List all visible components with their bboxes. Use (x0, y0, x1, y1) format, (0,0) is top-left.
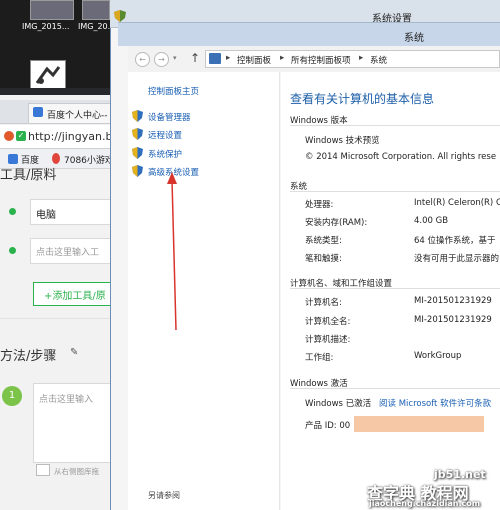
bullet-dot (9, 208, 16, 215)
edition-name: Windows 技术预览 (305, 136, 380, 146)
secure-check-icon: ✓ (16, 131, 26, 141)
annotation-arrow (167, 172, 177, 331)
breadcrumb-control-panel[interactable]: 控制面板 (237, 54, 271, 66)
see-also-heading: 另请参阅 (148, 491, 180, 500)
favorite-link-game[interactable]: 7086小游戏 (64, 153, 114, 166)
upload-hint: 从右侧图库拖 (54, 467, 99, 476)
pen-touch-value: 没有可用于此显示器的 (414, 254, 500, 264)
computer-name-value: MI-201501231929 (414, 296, 492, 306)
full-name-label: 计算机全名: (305, 317, 351, 327)
baidu-fav-icon (8, 154, 18, 164)
edit-pencil-icon[interactable]: ✎ (70, 347, 78, 358)
computer-name-label: 计算机名: (305, 298, 342, 308)
sidebar-item-system-protection[interactable]: 系统保护 (148, 148, 182, 160)
breadcrumb-separator-icon: ▸ (280, 53, 285, 63)
desktop-app-icon[interactable] (30, 60, 66, 90)
uac-shield-icon (132, 110, 143, 122)
back-arrow-icon[interactable]: ← (135, 52, 150, 67)
tool-input[interactable]: 点击这里输入工 (30, 238, 118, 264)
breadcrumb-all-items[interactable]: 所有控制面板项 (291, 54, 351, 66)
workgroup-label: 工作组: (305, 353, 334, 363)
recent-chevron-icon[interactable]: ▾ (173, 54, 177, 62)
step-text-input[interactable]: 点击这里输入 (33, 383, 118, 463)
tools-heading: 工具/原料 (0, 168, 57, 183)
desktop-image-icon[interactable] (30, 0, 74, 20)
desktop-icon-label[interactable]: IMG_2015... (22, 22, 69, 31)
browser-url[interactable]: http://jingyan.b (28, 130, 112, 143)
processor-value: Intel(R) Celeron(R) C (414, 198, 500, 208)
system-shield-icon (114, 10, 126, 22)
image-placeholder-icon[interactable] (36, 464, 50, 476)
uac-shield-icon (132, 128, 143, 140)
control-panel-icon (209, 53, 221, 64)
description-label: 计算机描述: (305, 335, 351, 345)
sidebar-home-link[interactable]: 控制面板主页 (148, 85, 199, 97)
browser-tab-title: 百度个人中心-- (47, 111, 108, 121)
step-number-badge: 1 (2, 386, 22, 406)
divider (290, 125, 500, 126)
up-arrow-icon[interactable]: ↑ (190, 51, 200, 65)
tool-input-filled[interactable]: 电脑 (30, 199, 118, 225)
bullet-dot (9, 247, 16, 254)
inner-title-bar (118, 22, 500, 46)
pen-touch-label: 笔和触摸: (305, 254, 342, 264)
page-title: 查看有关计算机的基本信息 (290, 92, 435, 106)
steps-heading: 方法/步骤 (0, 349, 57, 364)
breadcrumb-system[interactable]: 系统 (370, 54, 387, 66)
system-type-value: 64 位操作系统，基于 (414, 236, 496, 246)
watermark-url: jiaocheng.chazidian.com (369, 499, 481, 508)
workgroup-value: WorkGroup (414, 351, 462, 361)
browser-menu-icon[interactable] (4, 131, 14, 141)
ram-label: 安装内存(RAM): (305, 218, 368, 228)
divider (290, 288, 500, 289)
add-tool-button[interactable]: +添加工具/原 (33, 282, 118, 306)
breadcrumb-separator-icon: ▸ (226, 53, 231, 63)
divider (0, 318, 118, 319)
uac-shield-icon (132, 147, 143, 159)
product-id-label: 产品 ID: 00 (305, 421, 351, 431)
system-type-label: 系统类型: (305, 236, 342, 246)
desktop-image-icon[interactable] (82, 0, 110, 20)
copyright-text: © 2014 Microsoft Corporation. All rights… (305, 152, 497, 162)
divider (290, 388, 500, 389)
game-fav-icon (52, 153, 60, 164)
ram-value: 4.00 GB (414, 216, 449, 226)
license-terms-link[interactable]: 阅读 Microsoft 软件许可条款 (379, 397, 491, 409)
inner-window-title: 系统 (404, 33, 424, 44)
sidebar-item-remote-settings[interactable]: 远程设置 (148, 129, 182, 141)
product-id-redaction (354, 416, 484, 432)
sidebar-item-device-manager[interactable]: 设备管理器 (148, 111, 191, 123)
full-name-value: MI-201501231929 (414, 315, 492, 325)
divider (290, 191, 500, 192)
baidu-tab-icon (33, 107, 43, 117)
uac-shield-icon (132, 165, 143, 177)
processor-label: 处理器: (305, 200, 334, 210)
forward-arrow-icon[interactable]: → (154, 52, 169, 67)
activation-status: Windows 已激活 (305, 399, 372, 409)
breadcrumb-separator-icon: ▸ (359, 53, 364, 63)
